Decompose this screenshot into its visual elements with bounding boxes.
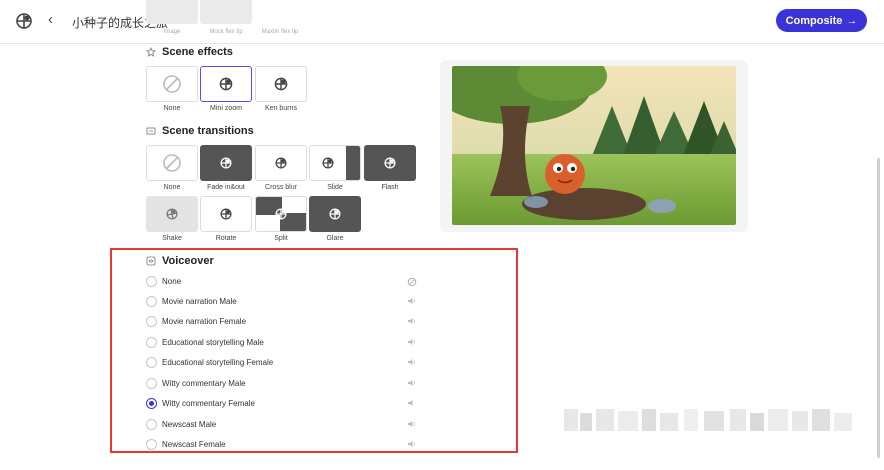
transition-split-tile[interactable] xyxy=(255,196,307,232)
voice-radio[interactable] xyxy=(146,316,157,327)
transition-none-tile[interactable] xyxy=(146,145,198,181)
top-bar: ‹ 小种子的成长之旅 Composite → xyxy=(0,0,884,44)
faded-tile[interactable] xyxy=(146,0,198,24)
speaker-icon[interactable] xyxy=(407,378,417,388)
voice-radio[interactable] xyxy=(146,357,157,368)
transition-label: Slide xyxy=(327,184,343,191)
transition-shake-tile[interactable] xyxy=(146,196,198,232)
transition-icon xyxy=(146,127,156,135)
ban-icon xyxy=(407,277,417,287)
voice-label[interactable]: Movie narration Female xyxy=(162,317,246,326)
transition-label: Flash xyxy=(381,184,399,191)
transition-label: Shake xyxy=(162,235,182,242)
transition-fade-tile[interactable] xyxy=(200,145,252,181)
transition-glare-tile[interactable] xyxy=(309,196,361,232)
voice-label[interactable]: Educational storytelling Female xyxy=(162,358,273,367)
speaker-icon[interactable] xyxy=(407,316,417,326)
transition-label: Glare xyxy=(326,235,344,242)
voice-radio[interactable] xyxy=(146,337,157,348)
effect-none-tile[interactable] xyxy=(146,66,198,102)
scene-transitions-title: Scene transitions xyxy=(162,125,254,137)
voice-label[interactable]: Movie narration Male xyxy=(162,297,237,306)
logo-icon xyxy=(275,208,287,220)
arrow-right-icon: → xyxy=(846,14,858,27)
speaker-icon[interactable] xyxy=(407,296,417,306)
speaker-icon[interactable] xyxy=(407,419,417,429)
composite-button[interactable]: Composite → xyxy=(776,9,867,32)
scrollbar-thumb[interactable] xyxy=(877,158,880,458)
faded-label: Mock flex tip xyxy=(209,29,243,35)
transition-label: Rotate xyxy=(215,235,237,242)
voice-label[interactable]: Newscast Male xyxy=(162,420,216,429)
scene-effects-heading: Scene effects xyxy=(146,46,233,58)
logo-icon xyxy=(329,208,341,220)
faded-label: Image xyxy=(163,29,181,35)
transition-label: Cross blur xyxy=(265,184,297,191)
transition-flash-tile[interactable] xyxy=(364,145,416,181)
transition-label: Fade in&out xyxy=(207,184,245,191)
faded-label: Maxtin flex tip xyxy=(261,29,299,35)
voice-radio[interactable] xyxy=(146,419,157,430)
effect-mini-zoom-tile[interactable] xyxy=(200,66,252,102)
voice-radio[interactable] xyxy=(146,378,157,389)
logo-icon xyxy=(219,77,233,91)
voice-label[interactable]: Witty commentary Female xyxy=(162,399,255,408)
app-logo-icon[interactable] xyxy=(14,11,34,31)
back-button[interactable]: ‹ xyxy=(48,11,53,28)
preview-image[interactable] xyxy=(452,66,736,225)
voice-label[interactable]: Newscast Female xyxy=(162,440,226,449)
none-icon xyxy=(163,154,181,172)
scene-effects-title: Scene effects xyxy=(162,46,233,58)
star-icon xyxy=(146,47,156,57)
logo-icon xyxy=(384,157,396,169)
blurred-watermark xyxy=(564,409,852,431)
transition-slide-tile[interactable] xyxy=(309,145,361,181)
transition-rotate-tile[interactable] xyxy=(200,196,252,232)
effect-ken-burns-tile[interactable] xyxy=(255,66,307,102)
voice-radio-selected[interactable] xyxy=(146,398,157,409)
logo-icon xyxy=(275,157,287,169)
voiceover-heading: Voiceover xyxy=(146,255,214,267)
none-icon xyxy=(163,75,181,93)
effect-label: Ken burns xyxy=(265,105,297,112)
transition-label: Split xyxy=(274,235,288,242)
speaker-icon[interactable] xyxy=(407,337,417,347)
voice-label[interactable]: Witty commentary Male xyxy=(162,379,246,388)
slide-panel xyxy=(346,146,360,180)
speaker-icon[interactable] xyxy=(407,439,417,449)
voice-label[interactable]: Educational storytelling Male xyxy=(162,338,264,347)
logo-icon xyxy=(220,208,232,220)
voice-radio-none[interactable] xyxy=(146,276,157,287)
voiceover-icon xyxy=(146,256,156,266)
logo-icon xyxy=(220,157,232,169)
speaker-icon[interactable] xyxy=(407,357,417,367)
scene-transitions-heading: Scene transitions xyxy=(146,125,254,137)
transition-cross-blur-tile[interactable] xyxy=(255,145,307,181)
voiceover-title: Voiceover xyxy=(162,255,214,267)
faded-tile[interactable] xyxy=(200,0,252,24)
speaker-icon[interactable] xyxy=(407,398,417,408)
effect-label: Mini zoom xyxy=(210,105,242,112)
composite-label: Composite xyxy=(785,14,843,27)
logo-icon xyxy=(274,77,288,91)
voice-radio[interactable] xyxy=(146,296,157,307)
transition-label: None xyxy=(163,184,181,191)
voice-radio[interactable] xyxy=(146,439,157,450)
logo-icon xyxy=(322,157,334,169)
voice-label[interactable]: None xyxy=(162,277,181,286)
effect-label: None xyxy=(163,105,181,112)
logo-icon xyxy=(166,208,178,220)
